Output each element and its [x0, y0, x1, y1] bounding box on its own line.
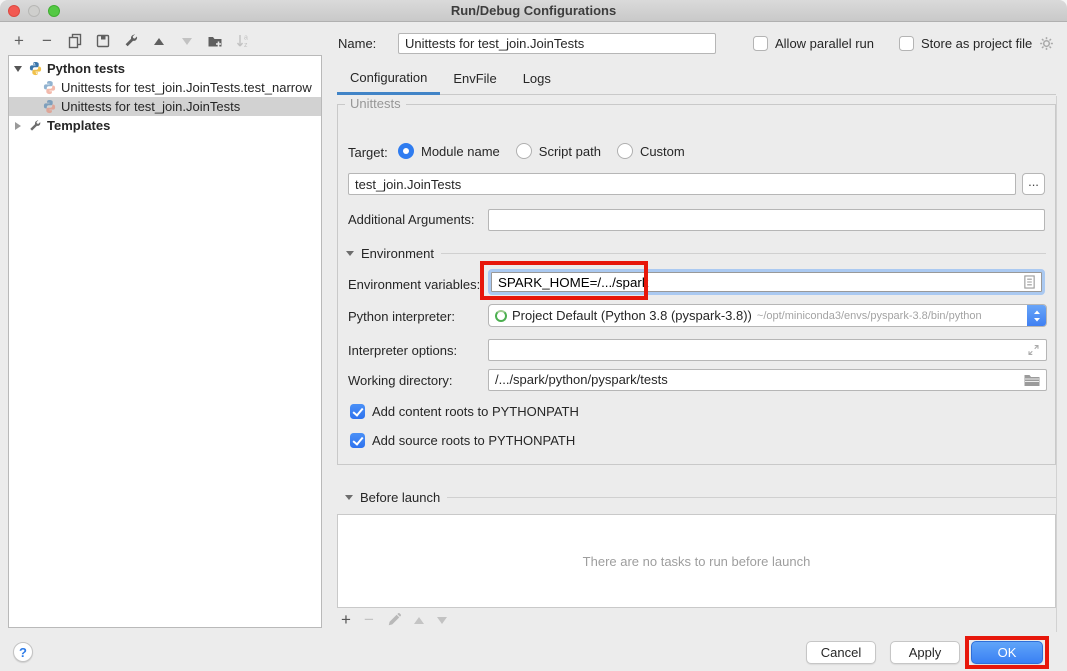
interpreter-options-label: Interpreter options: [348, 343, 457, 358]
run-debug-configurations-dialog: Run/Debug Configurations + − az Pytho [0, 0, 1067, 671]
radio-icon[interactable] [398, 143, 414, 159]
expand-field-icon[interactable] [1027, 344, 1040, 357]
tree-item-label: Unittests for test_join.JoinTests.test_n… [61, 80, 312, 95]
gear-icon[interactable] [1039, 36, 1054, 51]
allow-parallel-run-checkbox[interactable]: Allow parallel run [753, 36, 874, 51]
name-label: Name: [338, 36, 376, 51]
title-bar: Run/Debug Configurations [0, 0, 1067, 22]
configurations-tree: Python tests Unittests for test_join.Joi… [8, 55, 322, 628]
working-directory-value: /.../spark/python/pyspark/tests [495, 372, 668, 387]
templates-icon [27, 118, 43, 134]
svg-text:z: z [244, 42, 248, 49]
environment-section-header[interactable]: Environment [346, 246, 1046, 261]
new-folder-icon[interactable] [206, 32, 224, 50]
copy-icon[interactable] [66, 32, 84, 50]
environment-section-title: Environment [361, 246, 434, 261]
expand-arrow-icon[interactable] [9, 66, 27, 72]
target-label: Target: [348, 145, 388, 160]
tab-logs[interactable]: Logs [510, 62, 564, 95]
move-down-icon [178, 32, 196, 50]
environment-variables-label: Environment variables: [348, 277, 480, 292]
tree-item-test-narrow[interactable]: Unittests for test_join.JoinTests.test_n… [9, 78, 321, 97]
name-input[interactable] [398, 33, 716, 54]
ok-button[interactable]: OK [971, 641, 1043, 664]
tree-item-templates[interactable]: Templates [9, 116, 321, 135]
additional-arguments-label: Additional Arguments: [348, 212, 474, 227]
checkbox-checked-icon[interactable] [350, 404, 365, 419]
group-title: Unittests [345, 96, 406, 111]
module-name-input[interactable] [348, 173, 1016, 195]
add-icon[interactable]: + [10, 32, 28, 50]
edit-templates-icon[interactable] [122, 32, 140, 50]
add-content-roots-label: Add content roots to PYTHONPATH [372, 404, 579, 419]
combo-stepper-icon[interactable] [1027, 304, 1047, 327]
move-up-icon[interactable] [150, 32, 168, 50]
additional-arguments-input[interactable] [488, 209, 1045, 231]
environment-variables-input[interactable] [491, 272, 1042, 292]
interpreter-options-field[interactable] [488, 339, 1047, 361]
allow-parallel-run-label: Allow parallel run [775, 36, 874, 51]
edit-task-icon [387, 613, 401, 627]
before-launch-section-header[interactable]: Before launch [345, 490, 1056, 505]
collapse-triangle-icon[interactable] [346, 251, 354, 256]
working-directory-label: Working directory: [348, 373, 453, 388]
add-source-roots-checkbox[interactable]: Add source roots to PYTHONPATH [350, 433, 575, 448]
before-launch-empty-text: There are no tasks to run before launch [583, 554, 811, 569]
tree-item-label: Templates [47, 118, 110, 133]
browse-module-button[interactable]: ... [1022, 173, 1045, 195]
store-as-project-file-checkbox[interactable]: Store as project file [899, 36, 1054, 51]
configurations-toolbar: + − az [10, 31, 252, 51]
config-tabs: Configuration EnvFile Logs [337, 62, 1056, 95]
interpreter-env-icon [495, 310, 507, 322]
before-launch-title: Before launch [360, 490, 440, 505]
svg-text:a: a [244, 35, 248, 42]
add-source-roots-label: Add source roots to PYTHONPATH [372, 433, 575, 448]
collapse-arrow-icon[interactable] [9, 122, 27, 130]
radio-icon[interactable] [516, 143, 532, 159]
save-icon[interactable] [94, 32, 112, 50]
tree-item-jointests-selected[interactable]: Unittests for test_join.JoinTests [9, 97, 321, 116]
store-as-project-file-label: Store as project file [921, 36, 1032, 51]
tab-configuration[interactable]: Configuration [337, 62, 440, 95]
unittests-group: Unittests Target: Module name Script pat… [337, 104, 1056, 465]
radio-script-path[interactable]: Script path [516, 143, 601, 159]
before-launch-task-list: There are no tasks to run before launch [337, 514, 1056, 608]
radio-custom[interactable]: Custom [617, 143, 685, 159]
content-right-border [1056, 96, 1057, 632]
apply-button[interactable]: Apply [890, 641, 960, 664]
collapse-triangle-icon[interactable] [345, 495, 353, 500]
folder-icon[interactable] [1024, 374, 1040, 387]
python-interpreter-path: ~/opt/miniconda3/envs/pyspark-3.8/bin/py… [757, 310, 982, 322]
sort-alphabetically-icon: az [234, 32, 252, 50]
help-button[interactable]: ? [13, 642, 33, 662]
environment-variables-field [488, 269, 1045, 295]
move-task-up-icon [414, 617, 424, 624]
tree-item-label: Unittests for test_join.JoinTests [61, 99, 240, 114]
window-title: Run/Debug Configurations [0, 3, 1067, 18]
checkbox-icon[interactable] [753, 36, 768, 51]
tree-item-python-tests[interactable]: Python tests [9, 59, 321, 78]
python-config-icon [41, 99, 57, 115]
move-task-down-icon [437, 617, 447, 624]
before-launch-toolbar: + − [341, 611, 447, 629]
remove-task-icon: − [364, 612, 374, 628]
edit-variables-icon[interactable] [1023, 275, 1036, 290]
python-interpreter-label: Python interpreter: [348, 309, 455, 324]
add-content-roots-checkbox[interactable]: Add content roots to PYTHONPATH [350, 404, 579, 419]
radio-icon[interactable] [617, 143, 633, 159]
target-radio-group: Module name Script path Custom [398, 143, 685, 159]
add-task-icon[interactable]: + [341, 612, 351, 628]
radio-module-name[interactable]: Module name [398, 143, 500, 159]
remove-icon[interactable]: − [38, 32, 56, 50]
working-directory-field[interactable]: /.../spark/python/pyspark/tests [488, 369, 1047, 391]
tab-envfile[interactable]: EnvFile [440, 62, 509, 95]
python-tests-icon [27, 61, 43, 77]
python-interpreter-value: Project Default (Python 3.8 (pyspark-3.8… [512, 308, 752, 323]
python-config-icon [41, 80, 57, 96]
cancel-button[interactable]: Cancel [806, 641, 876, 664]
checkbox-icon[interactable] [899, 36, 914, 51]
python-interpreter-combo[interactable]: Project Default (Python 3.8 (pyspark-3.8… [488, 304, 1047, 327]
checkbox-checked-icon[interactable] [350, 433, 365, 448]
tree-item-label: Python tests [47, 61, 125, 76]
